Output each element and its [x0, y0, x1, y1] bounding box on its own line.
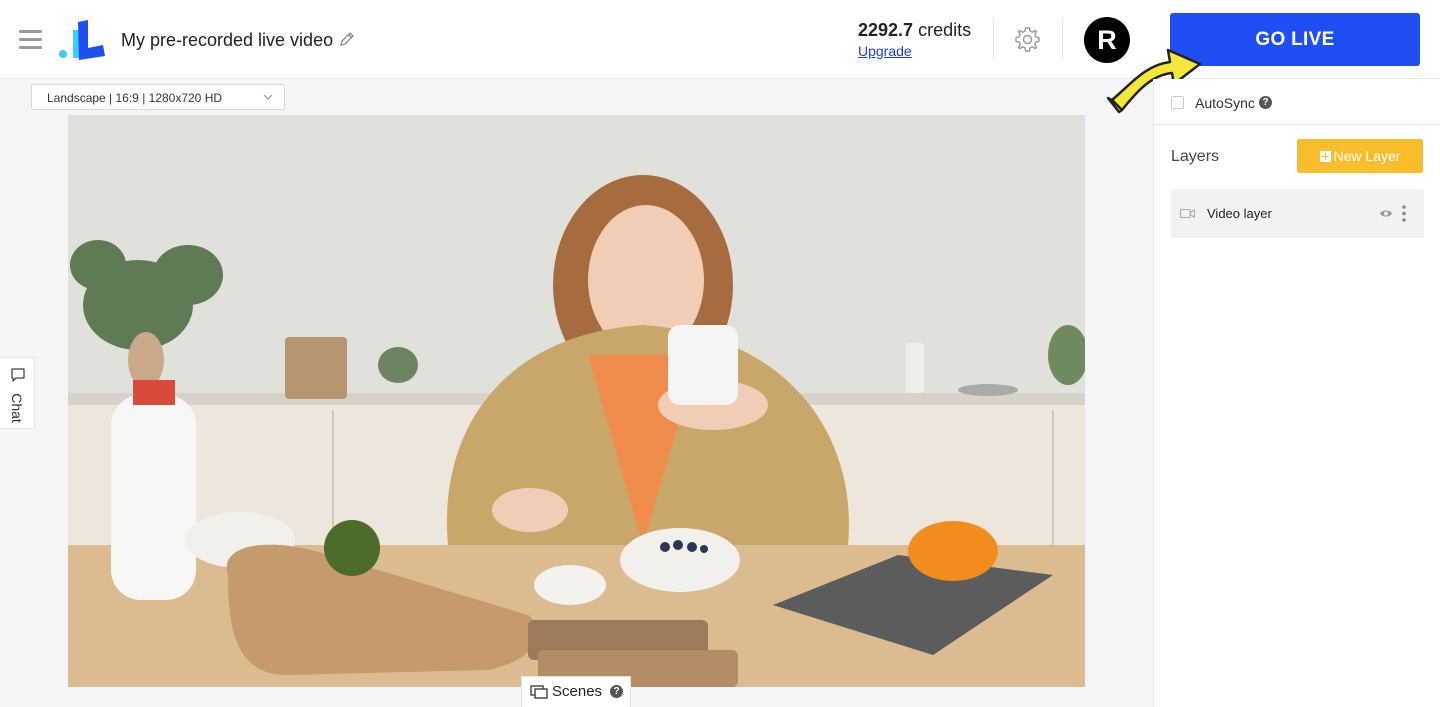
menu-icon[interactable] — [19, 30, 42, 50]
help-icon[interactable]: ? — [610, 685, 623, 698]
top-bar: My pre-recorded live video 2292.7 credit… — [0, 0, 1440, 79]
scenes-tab-label: Scenes — [552, 683, 603, 700]
right-panel: AutoSync ? Layers New Layer Video layer — [1153, 79, 1440, 707]
autosync-checkbox[interactable] — [1171, 96, 1184, 109]
credits-display: 2292.7 credits — [858, 20, 971, 41]
chat-icon — [11, 368, 25, 382]
divider — [1062, 18, 1063, 60]
chat-tab-label: Chat — [9, 393, 25, 423]
camera-icon — [1180, 208, 1195, 219]
layer-name: Video layer — [1207, 206, 1272, 221]
project-title: My pre-recorded live video — [121, 30, 334, 50]
new-layer-button[interactable]: New Layer — [1297, 139, 1423, 173]
chevron-down-icon — [263, 94, 273, 100]
help-icon[interactable]: ? — [1259, 96, 1272, 109]
credits-amount: 2292.7 — [858, 20, 914, 40]
pencil-icon[interactable] — [339, 31, 355, 47]
new-layer-label: New Layer — [1333, 148, 1401, 164]
upgrade-link[interactable]: Upgrade — [858, 43, 912, 59]
format-select-value: Landscape | 16:9 | 1280x720 HD — [47, 91, 223, 105]
divider — [993, 18, 994, 60]
eye-icon[interactable] — [1379, 208, 1393, 219]
scenes-tab[interactable]: Scenes ? — [521, 676, 631, 707]
credits-unit: credits — [918, 20, 972, 40]
video-frame-image — [68, 115, 1085, 687]
gear-icon[interactable] — [1013, 25, 1042, 54]
layers-heading: Layers — [1171, 148, 1220, 165]
autosync-row: AutoSync ? — [1154, 79, 1440, 125]
app-logo[interactable] — [57, 20, 107, 60]
plus-square-icon — [1319, 151, 1331, 162]
chat-tab[interactable]: Chat — [0, 357, 35, 429]
layer-item[interactable]: Video layer — [1171, 189, 1424, 238]
format-select[interactable]: Landscape | 16:9 | 1280x720 HD — [31, 84, 285, 110]
scenes-icon — [530, 685, 548, 699]
more-vertical-icon[interactable] — [1401, 204, 1407, 223]
autosync-label: AutoSync — [1195, 95, 1255, 111]
video-preview[interactable] — [68, 115, 1085, 687]
go-live-button[interactable]: GO LIVE — [1170, 13, 1420, 66]
